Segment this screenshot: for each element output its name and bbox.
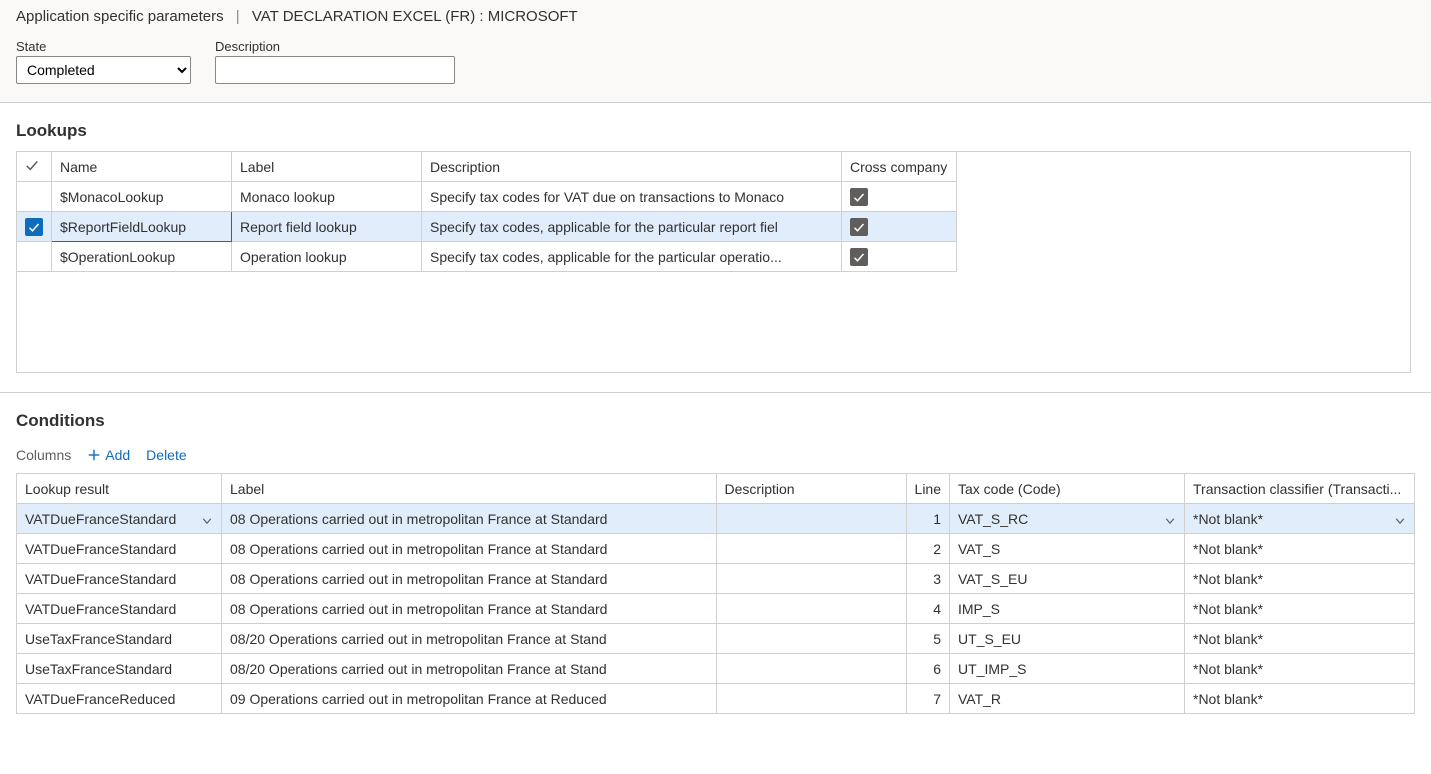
cond-line-cell: 3 — [906, 564, 949, 594]
cond-line-cell: 4 — [906, 594, 949, 624]
cond-lookup-cell[interactable]: VATDueFranceStandard — [17, 504, 222, 534]
breadcrumb-context: VAT DECLARATION EXCEL (FR) : MICROSOFT — [252, 8, 578, 25]
cond-line-cell: 7 — [906, 684, 949, 714]
lookup-desc-cell: Specify tax codes for VAT due on transac… — [422, 182, 842, 212]
description-input[interactable] — [215, 56, 455, 84]
breadcrumb: Application specific parameters | VAT DE… — [16, 8, 1415, 25]
cond-label-cell: 08 Operations carried out in metropolita… — [222, 534, 717, 564]
cross-company-cell[interactable] — [842, 182, 957, 212]
cond-taxcode-cell[interactable]: VAT_S_RC — [950, 504, 1185, 534]
cond-lookup-cell[interactable]: VATDueFranceReduced — [17, 684, 222, 714]
cond-txclass-cell[interactable]: *Not blank* — [1185, 594, 1415, 624]
table-row[interactable]: VATDueFranceStandard08 Operations carrie… — [17, 534, 1415, 564]
table-row[interactable]: $OperationLookupOperation lookupSpecify … — [17, 242, 957, 272]
columns-button[interactable]: Columns — [16, 447, 71, 463]
conditions-title: Conditions — [16, 411, 1415, 431]
add-button-label: Add — [105, 447, 130, 463]
cond-header-lookup[interactable]: Lookup result — [17, 474, 222, 504]
breadcrumb-separator: | — [236, 8, 240, 25]
description-label: Description — [215, 39, 455, 54]
cond-label-cell: 08/20 Operations carried out in metropol… — [222, 624, 717, 654]
cond-txclass-cell[interactable]: *Not blank* — [1185, 564, 1415, 594]
cond-taxcode-cell[interactable]: VAT_R — [950, 684, 1185, 714]
lookup-desc-cell: Specify tax codes, applicable for the pa… — [422, 242, 842, 272]
cond-txclass-cell[interactable]: *Not blank* — [1185, 624, 1415, 654]
cond-lookup-cell[interactable]: VATDueFranceStandard — [17, 594, 222, 624]
cond-line-cell: 2 — [906, 534, 949, 564]
state-label: State — [16, 39, 191, 54]
table-row[interactable]: VATDueFranceStandard08 Operations carrie… — [17, 564, 1415, 594]
lookups-header-label[interactable]: Label — [232, 152, 422, 182]
cond-header-txclass[interactable]: Transaction classifier (Transacti... — [1185, 474, 1415, 504]
conditions-table: Lookup result Label Description Line Tax… — [16, 473, 1415, 714]
lookup-label-cell: Monaco lookup — [232, 182, 422, 212]
cond-txclass-cell[interactable]: *Not blank* — [1185, 504, 1415, 534]
cond-label-cell: 08 Operations carried out in metropolita… — [222, 504, 717, 534]
cond-desc-cell — [716, 684, 906, 714]
table-row[interactable]: VATDueFranceReduced09 Operations carried… — [17, 684, 1415, 714]
cond-line-cell: 1 — [906, 504, 949, 534]
cond-desc-cell — [716, 534, 906, 564]
row-check-cell[interactable] — [17, 242, 52, 272]
plus-icon — [87, 448, 101, 462]
delete-button[interactable]: Delete — [146, 447, 186, 463]
table-row[interactable]: $ReportFieldLookupReport field lookupSpe… — [17, 212, 957, 242]
cond-header-line[interactable]: Line — [906, 474, 949, 504]
lookup-label-cell: Report field lookup — [232, 212, 422, 242]
state-select[interactable]: Completed — [16, 56, 191, 84]
cond-desc-cell — [716, 624, 906, 654]
row-check-cell[interactable] — [17, 182, 52, 212]
cond-txclass-cell[interactable]: *Not blank* — [1185, 534, 1415, 564]
cond-desc-cell — [716, 564, 906, 594]
table-row[interactable]: VATDueFranceStandard08 Operations carrie… — [17, 594, 1415, 624]
cond-header-taxcode[interactable]: Tax code (Code) — [950, 474, 1185, 504]
lookup-name-cell[interactable]: $MonacoLookup — [52, 182, 232, 212]
lookup-name-cell[interactable]: $ReportFieldLookup — [52, 212, 232, 242]
lookups-header-name[interactable]: Name — [52, 152, 232, 182]
checkbox-checked-icon — [850, 218, 868, 236]
row-check-cell[interactable] — [17, 212, 52, 242]
cond-taxcode-cell[interactable]: VAT_S — [950, 534, 1185, 564]
cond-line-cell: 5 — [906, 624, 949, 654]
table-row[interactable]: UseTaxFranceStandard08/20 Operations car… — [17, 624, 1415, 654]
checkbox-checked-icon — [850, 248, 868, 266]
cond-lookup-cell[interactable]: UseTaxFranceStandard — [17, 654, 222, 684]
cond-label-cell: 08/20 Operations carried out in metropol… — [222, 654, 717, 684]
cond-desc-cell — [716, 504, 906, 534]
lookup-label-cell: Operation lookup — [232, 242, 422, 272]
cond-taxcode-cell[interactable]: VAT_S_EU — [950, 564, 1185, 594]
cond-txclass-cell[interactable]: *Not blank* — [1185, 654, 1415, 684]
breadcrumb-page: Application specific parameters — [16, 8, 224, 25]
cond-label-cell: 08 Operations carried out in metropolita… — [222, 564, 717, 594]
cond-lookup-cell[interactable]: VATDueFranceStandard — [17, 534, 222, 564]
cond-header-label[interactable]: Label — [222, 474, 717, 504]
cond-taxcode-cell[interactable]: UT_IMP_S — [950, 654, 1185, 684]
table-row[interactable]: $MonacoLookupMonaco lookupSpecify tax co… — [17, 182, 957, 212]
cross-company-cell[interactable] — [842, 242, 957, 272]
lookups-header-check[interactable] — [17, 152, 52, 182]
lookups-table: Name Label Description Cross company $Mo… — [16, 151, 957, 272]
lookups-header-description[interactable]: Description — [422, 152, 842, 182]
table-row[interactable]: UseTaxFranceStandard08/20 Operations car… — [17, 654, 1415, 684]
check-icon — [25, 218, 43, 236]
cond-taxcode-cell[interactable]: IMP_S — [950, 594, 1185, 624]
cond-desc-cell — [716, 654, 906, 684]
cond-label-cell: 09 Operations carried out in metropolita… — [222, 684, 717, 714]
lookup-name-cell[interactable]: $OperationLookup — [52, 242, 232, 272]
add-button[interactable]: Add — [87, 447, 130, 463]
cond-line-cell: 6 — [906, 654, 949, 684]
cond-lookup-cell[interactable]: UseTaxFranceStandard — [17, 624, 222, 654]
cond-lookup-cell[interactable]: VATDueFranceStandard — [17, 564, 222, 594]
cross-company-cell[interactable] — [842, 212, 957, 242]
lookups-title: Lookups — [16, 121, 1415, 141]
table-row[interactable]: VATDueFranceStandard08 Operations carrie… — [17, 504, 1415, 534]
checkbox-checked-icon — [850, 188, 868, 206]
cond-taxcode-cell[interactable]: UT_S_EU — [950, 624, 1185, 654]
cond-txclass-cell[interactable]: *Not blank* — [1185, 684, 1415, 714]
cond-desc-cell — [716, 594, 906, 624]
cond-header-description[interactable]: Description — [716, 474, 906, 504]
lookups-header-cross[interactable]: Cross company — [842, 152, 957, 182]
cond-label-cell: 08 Operations carried out in metropolita… — [222, 594, 717, 624]
lookup-desc-cell: Specify tax codes, applicable for the pa… — [422, 212, 842, 242]
